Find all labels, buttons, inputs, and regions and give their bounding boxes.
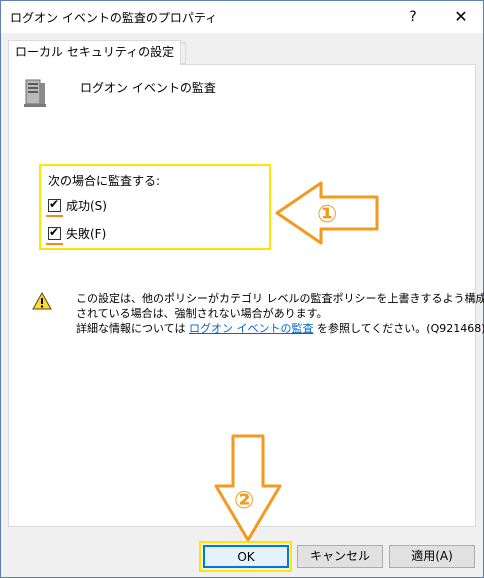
tab-local-security-setting[interactable]: ローカル セキュリティの設定 [8, 40, 182, 65]
warning-message: この設定は、他のポリシーがカテゴリ レベルの監査ポリシーを上書きするよう構成 さ… [76, 291, 484, 336]
step2-number: ② [234, 486, 254, 514]
annotation-arrow-down: ② [214, 434, 282, 542]
policy-title: ログオン イベントの監査 [80, 81, 216, 95]
ok-button[interactable]: OK [203, 545, 289, 568]
window-title: ログオン イベントの監査のプロパティ [10, 11, 218, 25]
warning-icon [32, 292, 52, 310]
success-checkbox-row[interactable]: ✔ 成功(S) [48, 196, 107, 214]
failure-underline-mark [46, 243, 63, 245]
cancel-button[interactable]: キャンセル [297, 545, 383, 568]
failure-label[interactable]: 失敗(F) [66, 225, 106, 242]
apply-button[interactable]: 適用(A) [389, 545, 475, 568]
warning-line-3-suffix: を参照してください。(Q921468) [313, 322, 484, 335]
server-policy-icon [24, 79, 46, 107]
failure-checkbox[interactable]: ✔ [48, 224, 61, 240]
check-icon: ✔ [49, 224, 60, 239]
check-icon: ✔ [49, 196, 60, 211]
properties-dialog: ログオン イベントの監査のプロパティ ? ✕ ローカル セキュリティの設定 説明… [0, 0, 484, 578]
step1-number: ① [317, 200, 337, 228]
failure-checkbox-row[interactable]: ✔ 失敗(F) [48, 224, 106, 242]
success-label[interactable]: 成功(S) [66, 197, 107, 214]
success-underline-mark [46, 215, 63, 217]
policy-help-link[interactable]: ログオン イベントの監査 [189, 322, 314, 335]
warning-line-1: この設定は、他のポリシーがカテゴリ レベルの監査ポリシーを上書きするよう構成 [76, 292, 484, 305]
warning-line-3-prefix: 詳細な情報については [76, 322, 189, 335]
help-button[interactable]: ? [401, 5, 425, 29]
warning-line-3: 詳細な情報については ログオン イベントの監査 を参照してください。(Q9214… [76, 321, 484, 336]
title-bar: ログオン イベントの監査のプロパティ ? ✕ [1, 1, 483, 33]
warning-line-2: されている場合は、強制されない場合があります。 [76, 307, 328, 320]
audit-label: 次の場合に監査する: [48, 174, 161, 188]
close-button[interactable]: ✕ [443, 3, 479, 31]
annotation-arrow-left: ① [275, 181, 379, 245]
success-checkbox[interactable]: ✔ [48, 196, 61, 212]
